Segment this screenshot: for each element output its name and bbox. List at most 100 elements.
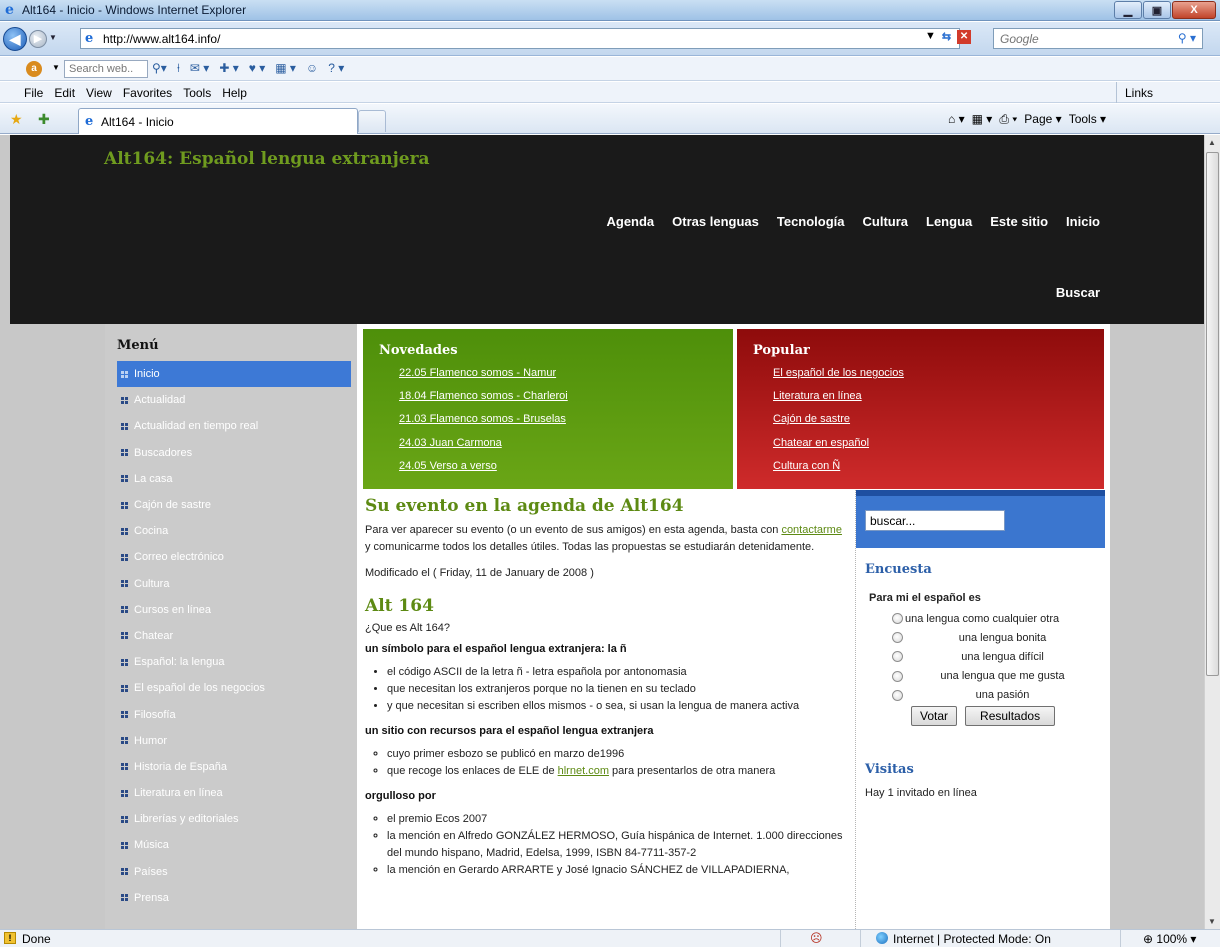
popular-link[interactable]: El español de los negocios bbox=[773, 367, 904, 379]
sidebar-item-la-casa[interactable]: La casa bbox=[117, 466, 351, 492]
sidebar-item-historia[interactable]: Historia de España bbox=[117, 754, 351, 780]
sidebar-item-inicio[interactable]: Inicio bbox=[117, 361, 351, 388]
scroll-down-icon[interactable]: ▼ bbox=[1208, 917, 1216, 926]
site-search-input[interactable] bbox=[865, 510, 1005, 531]
toolbar-logo-icon[interactable]: a bbox=[26, 61, 42, 77]
radio-button[interactable] bbox=[892, 689, 903, 701]
radio-button[interactable] bbox=[892, 670, 903, 682]
sidebar-item-paises[interactable]: Países bbox=[117, 859, 351, 885]
list-item[interactable]: Chatear en español bbox=[773, 437, 1104, 460]
web-search-input[interactable]: Search web.. bbox=[64, 60, 148, 78]
novedad-link[interactable]: 22.05 Flamenco somos - Namur bbox=[399, 367, 556, 379]
radio-button[interactable] bbox=[892, 632, 903, 644]
add-favorites-icon[interactable]: ✚ bbox=[38, 111, 50, 128]
sidebar-item-filosofia[interactable]: Filosofía bbox=[117, 701, 351, 727]
nav-este-sitio[interactable]: Este sitio bbox=[990, 214, 1048, 229]
vote-button[interactable]: Votar bbox=[911, 706, 958, 726]
poll-option[interactable]: una lengua como cualquier otra bbox=[864, 609, 1094, 628]
address-field[interactable]: e http://www.alt164.info/ bbox=[80, 28, 960, 49]
menu-edit[interactable]: Edit bbox=[54, 86, 75, 100]
list-item[interactable]: El español de los negocios bbox=[773, 367, 1104, 390]
popular-link[interactable]: Literatura en línea bbox=[773, 390, 862, 402]
vertical-scrollbar[interactable]: ▲ ▼ bbox=[1204, 135, 1220, 929]
popular-link[interactable]: Cultura con Ñ bbox=[773, 460, 840, 472]
novedad-link[interactable]: 21.03 Flamenco somos - Bruselas bbox=[399, 413, 566, 425]
address-dropdown-icon[interactable]: ▼ bbox=[925, 30, 936, 44]
list-item[interactable]: Literatura en línea bbox=[773, 390, 1104, 413]
tools-menu[interactable]: Tools ▾ bbox=[1069, 112, 1106, 127]
sidebar-item-cultura[interactable]: Cultura bbox=[117, 571, 351, 597]
mail-icon[interactable]: ✉ ▾ bbox=[190, 61, 209, 76]
smiley-icon[interactable]: ☺ bbox=[306, 61, 318, 76]
list-item[interactable]: 21.03 Flamenco somos - Bruselas bbox=[399, 413, 733, 436]
nav-agenda[interactable]: Agenda bbox=[606, 214, 654, 229]
poll-option[interactable]: una lengua que me gusta bbox=[864, 667, 1094, 686]
home-icon[interactable]: ⌂ ▾ bbox=[948, 112, 965, 127]
favorites-star-icon[interactable]: ★ bbox=[10, 111, 23, 128]
feed-icon[interactable]: ▦ ▾ bbox=[275, 61, 296, 76]
list-item[interactable]: 18.04 Flamenco somos - Charleroi bbox=[399, 390, 733, 413]
sidebar-item-prensa[interactable]: Prensa bbox=[117, 885, 351, 911]
toolbar-dropdown-icon[interactable]: ▼ bbox=[52, 63, 60, 72]
menu-help[interactable]: Help bbox=[222, 86, 247, 100]
menu-view[interactable]: View bbox=[86, 86, 112, 100]
highlight-icon[interactable]: ⍿ bbox=[177, 61, 180, 76]
novedad-link[interactable]: 24.03 Juan Carmona bbox=[399, 437, 502, 449]
back-button[interactable]: ◀ bbox=[3, 27, 27, 51]
sidebar-item-librerias[interactable]: Librerías y editoriales bbox=[117, 806, 351, 832]
sidebar-item-humor[interactable]: Humor bbox=[117, 728, 351, 754]
menu-favorites[interactable]: Favorites bbox=[123, 86, 172, 100]
scroll-up-icon[interactable]: ▲ bbox=[1208, 138, 1216, 147]
new-tab-button[interactable] bbox=[358, 110, 386, 132]
sidebar-item-negocios[interactable]: El español de los negocios bbox=[117, 675, 351, 701]
list-item[interactable]: Cultura con Ñ bbox=[773, 460, 1104, 483]
radio-button[interactable] bbox=[892, 651, 903, 663]
zoom-level[interactable]: ⊕ 100% ▾ bbox=[1143, 932, 1196, 946]
warning-icon[interactable]: ! bbox=[4, 932, 16, 944]
add-icon[interactable]: ✚ ▾ bbox=[219, 61, 238, 76]
poll-option[interactable]: una pasión bbox=[864, 686, 1094, 705]
nav-otras-lenguas[interactable]: Otras lenguas bbox=[672, 214, 759, 229]
sidebar-item-cursos[interactable]: Cursos en línea bbox=[117, 597, 351, 623]
minimize-button[interactable]: ▁ bbox=[1114, 1, 1142, 19]
list-item[interactable]: Cajón de sastre bbox=[773, 413, 1104, 436]
novedad-link[interactable]: 24.05 Verso a verso bbox=[399, 460, 497, 472]
radio-button[interactable] bbox=[892, 613, 903, 625]
help-icon[interactable]: ? ▾ bbox=[328, 61, 344, 76]
sidebar-item-actualidad-tiempo-real[interactable]: Actualidad en tiempo real bbox=[117, 413, 351, 439]
sidebar-item-chatear[interactable]: Chatear bbox=[117, 623, 351, 649]
nav-buscar[interactable]: Buscar bbox=[1056, 285, 1100, 300]
browser-search-box[interactable]: ⚲ ▾ bbox=[993, 28, 1203, 49]
browser-search-input[interactable] bbox=[994, 29, 1174, 48]
sidebar-item-cajon-de-sastre[interactable]: Cajón de sastre bbox=[117, 492, 351, 518]
nav-tecnologia[interactable]: Tecnología bbox=[777, 214, 845, 229]
menu-tools[interactable]: Tools bbox=[183, 86, 211, 100]
nav-inicio[interactable]: Inicio bbox=[1066, 214, 1100, 229]
site-title[interactable]: Alt164: Español lengua extranjera bbox=[104, 149, 430, 169]
heart-icon[interactable]: ♥ ▾ bbox=[249, 61, 265, 76]
sidebar-item-musica[interactable]: Música bbox=[117, 832, 351, 858]
sidebar-item-cocina[interactable]: Cocina bbox=[117, 518, 351, 544]
poll-option[interactable]: una lengua bonita bbox=[864, 628, 1094, 647]
forward-button[interactable]: ▶ bbox=[29, 30, 47, 48]
list-item[interactable]: 24.05 Verso a verso bbox=[399, 460, 733, 483]
feeds-icon[interactable]: ▦ ▾ bbox=[972, 112, 993, 127]
search-icon[interactable]: ⚲ ▾ bbox=[1178, 31, 1196, 45]
hlrnet-link[interactable]: hlrnet.com bbox=[558, 765, 609, 777]
article-title[interactable]: Alt 164 bbox=[365, 596, 847, 616]
contact-link[interactable]: contactarme bbox=[781, 524, 842, 536]
sidebar-item-buscadores[interactable]: Buscadores bbox=[117, 440, 351, 466]
close-button[interactable]: X bbox=[1172, 1, 1216, 19]
security-zone[interactable]: Internet | Protected Mode: On bbox=[893, 932, 1051, 946]
sidebar-item-espanol-lengua[interactable]: Español: la lengua bbox=[117, 649, 351, 675]
nav-cultura[interactable]: Cultura bbox=[863, 214, 909, 229]
links-bar[interactable]: Links bbox=[1116, 82, 1220, 103]
results-button[interactable]: Resultados bbox=[965, 706, 1056, 726]
recent-pages-dropdown[interactable]: ▼ bbox=[49, 33, 57, 42]
sidebar-item-actualidad[interactable]: Actualidad bbox=[117, 387, 351, 413]
menu-file[interactable]: File bbox=[24, 86, 43, 100]
tab-alt164[interactable]: e Alt164 - Inicio bbox=[78, 108, 358, 134]
stop-icon[interactable]: ✕ bbox=[957, 30, 972, 44]
scroll-thumb[interactable] bbox=[1206, 152, 1219, 676]
novedad-link[interactable]: 18.04 Flamenco somos - Charleroi bbox=[399, 390, 568, 402]
